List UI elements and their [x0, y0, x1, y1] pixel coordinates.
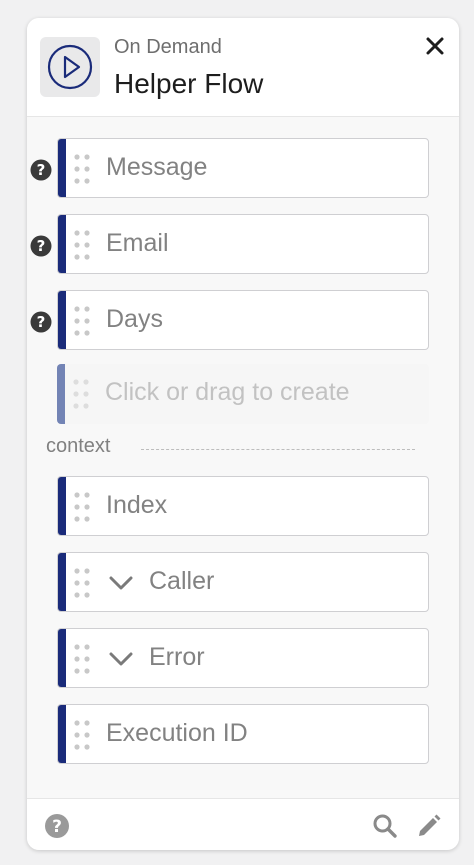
context-section-label: context — [46, 435, 111, 457]
svg-text:?: ? — [37, 237, 46, 255]
question-icon[interactable]: ? — [30, 311, 52, 333]
field-accent-bar — [58, 291, 66, 349]
drag-handle-icon[interactable] — [74, 643, 90, 675]
question-icon[interactable]: ? — [44, 813, 70, 839]
drag-handle-icon[interactable] — [74, 719, 90, 751]
input-field-days[interactable]: Days — [57, 290, 429, 350]
drag-handle-icon[interactable] — [73, 378, 89, 410]
input-field-message[interactable]: Message — [57, 138, 429, 198]
svg-text:?: ? — [37, 313, 46, 331]
svg-text:?: ? — [52, 817, 62, 837]
field-accent-bar — [57, 364, 65, 424]
search-icon[interactable] — [372, 813, 398, 839]
pencil-icon[interactable] — [416, 813, 442, 839]
field-accent-bar — [58, 139, 66, 197]
drag-handle-icon[interactable] — [74, 305, 90, 337]
field-label: Message — [106, 153, 208, 181]
context-field-caller[interactable]: Caller — [57, 552, 429, 612]
field-accent-bar — [58, 553, 66, 611]
svg-text:?: ? — [37, 161, 46, 179]
field-accent-bar — [58, 629, 66, 687]
question-icon[interactable]: ? — [30, 159, 52, 181]
panel-header: On Demand Helper Flow — [27, 18, 459, 117]
field-accent-bar — [58, 705, 66, 763]
drag-handle-icon[interactable] — [74, 153, 90, 185]
drag-handle-icon[interactable] — [74, 229, 90, 261]
field-label: Email — [106, 229, 169, 257]
input-field-email[interactable]: Email — [57, 214, 429, 274]
question-icon[interactable]: ? — [30, 235, 52, 257]
drag-handle-icon[interactable] — [74, 567, 90, 599]
field-label: Days — [106, 305, 163, 333]
create-placeholder-label: Click or drag to create — [105, 378, 350, 406]
field-accent-bar — [58, 477, 66, 535]
context-field-index[interactable]: Index — [57, 476, 429, 536]
field-label: Error — [149, 643, 205, 671]
field-label: Index — [106, 491, 168, 519]
play-circle-icon — [40, 37, 100, 97]
field-label: Execution ID — [106, 719, 248, 747]
trigger-type-label: On Demand — [114, 36, 222, 58]
close-button[interactable] — [421, 32, 449, 60]
chevron-down-icon[interactable] — [108, 647, 134, 671]
flow-panel: On Demand Helper Flow ? Message ? Email … — [27, 18, 459, 850]
chevron-down-icon[interactable] — [108, 571, 134, 595]
drag-handle-icon[interactable] — [74, 491, 90, 523]
close-icon — [426, 37, 444, 55]
context-field-execution-id[interactable]: Execution ID — [57, 704, 429, 764]
field-label: Caller — [149, 567, 215, 595]
panel-footer: ? — [27, 798, 459, 850]
create-field-placeholder[interactable]: Click or drag to create — [57, 364, 429, 424]
context-divider — [141, 449, 415, 450]
context-field-error[interactable]: Error — [57, 628, 429, 688]
field-accent-bar — [58, 215, 66, 273]
flow-title: Helper Flow — [114, 68, 264, 99]
